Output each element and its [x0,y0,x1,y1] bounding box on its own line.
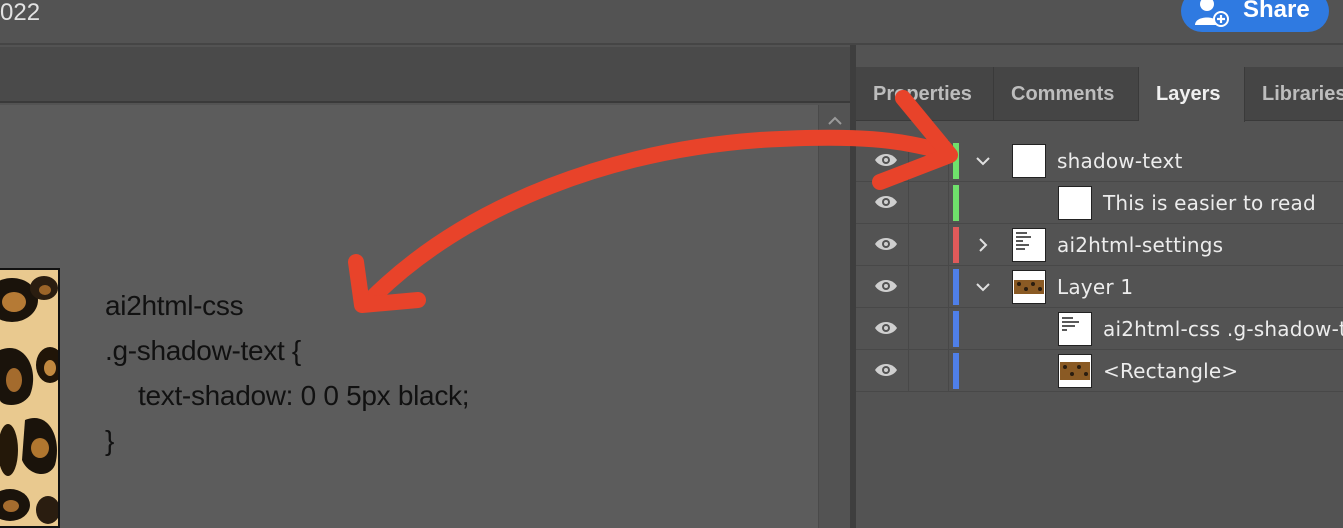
layer-thumbnail [1012,270,1046,304]
divider [948,266,949,308]
title-bar: 022 Share [0,0,1343,45]
layer-color-bar [953,353,959,389]
layer-name[interactable]: Layer 1 [1057,275,1133,299]
layer-row[interactable]: shadow-text [856,140,1343,182]
layer-color-bar [953,227,959,263]
chevron-down-icon[interactable] [974,152,992,170]
document-tab-bar [0,47,850,103]
eye-icon[interactable] [874,236,898,252]
css-text-block[interactable]: ai2html-css .g-shadow-text { text-shadow… [105,283,470,463]
divider [908,266,909,308]
layer-color-bar [953,185,959,221]
layer-color-bar [953,269,959,305]
share-button[interactable]: Share [1181,0,1329,32]
layer-row[interactable]: Layer 1 [856,266,1343,308]
layer-name[interactable]: This is easier to read [1103,191,1316,215]
divider [948,182,949,224]
layer-row[interactable]: ai2html-css .g-shadow-text [856,308,1343,350]
layer-thumbnail [1058,186,1092,220]
vertical-scrollbar[interactable] [818,105,850,528]
css-line-4: } [105,425,115,456]
css-line-1: ai2html-css [105,290,244,321]
layer-thumbnail [1058,354,1092,388]
chevron-right-icon[interactable] [974,236,992,254]
add-user-icon [1193,0,1231,27]
leopard-artboard-image[interactable] [0,268,60,528]
divider [948,350,949,392]
css-line-2: .g-shadow-text { [105,335,301,366]
chevron-down-icon[interactable] [974,278,992,296]
layer-name[interactable]: <Rectangle> [1103,359,1238,383]
window-title: 022 [0,0,41,26]
tab-properties[interactable]: Properties [856,67,994,121]
tab-comments[interactable]: Comments [994,67,1139,121]
divider [948,308,949,350]
layer-color-bar [953,143,959,179]
eye-icon[interactable] [874,278,898,294]
eye-icon[interactable] [874,152,898,168]
layer-name[interactable]: ai2html-css .g-shadow-text [1103,317,1343,341]
panel-tab-bar: Properties Comments Layers Libraries [856,67,1343,122]
chevron-up-icon[interactable] [825,111,845,131]
eye-icon[interactable] [874,362,898,378]
layers-list: shadow-text This is easier to read ai2ht… [856,140,1343,392]
layers-panel: Properties Comments Layers Libraries sha… [856,45,1343,528]
divider [908,224,909,266]
illustrator-window: 022 Share ai2html-css .g-shadow-text {t… [0,0,1343,528]
layer-row[interactable]: <Rectangle> [856,350,1343,392]
layer-row[interactable]: ai2html-settings [856,224,1343,266]
eye-icon[interactable] [874,320,898,336]
layer-thumbnail [1012,228,1046,262]
tab-libraries[interactable]: Libraries [1245,67,1343,121]
layer-thumbnail [1058,312,1092,346]
divider [908,308,909,350]
share-button-label: Share [1243,0,1310,23]
eye-icon[interactable] [874,194,898,210]
divider [908,140,909,182]
layer-name[interactable]: shadow-text [1057,149,1183,173]
css-line-3: text-shadow: 0 0 5px black; [138,380,470,411]
divider [948,140,949,182]
tab-layers[interactable]: Layers [1139,67,1245,122]
layer-thumbnail [1012,144,1046,178]
divider [908,182,909,224]
layer-row[interactable]: This is easier to read [856,182,1343,224]
divider [948,224,949,266]
layer-name[interactable]: ai2html-settings [1057,233,1223,257]
divider [908,350,909,392]
layer-color-bar [953,311,959,347]
